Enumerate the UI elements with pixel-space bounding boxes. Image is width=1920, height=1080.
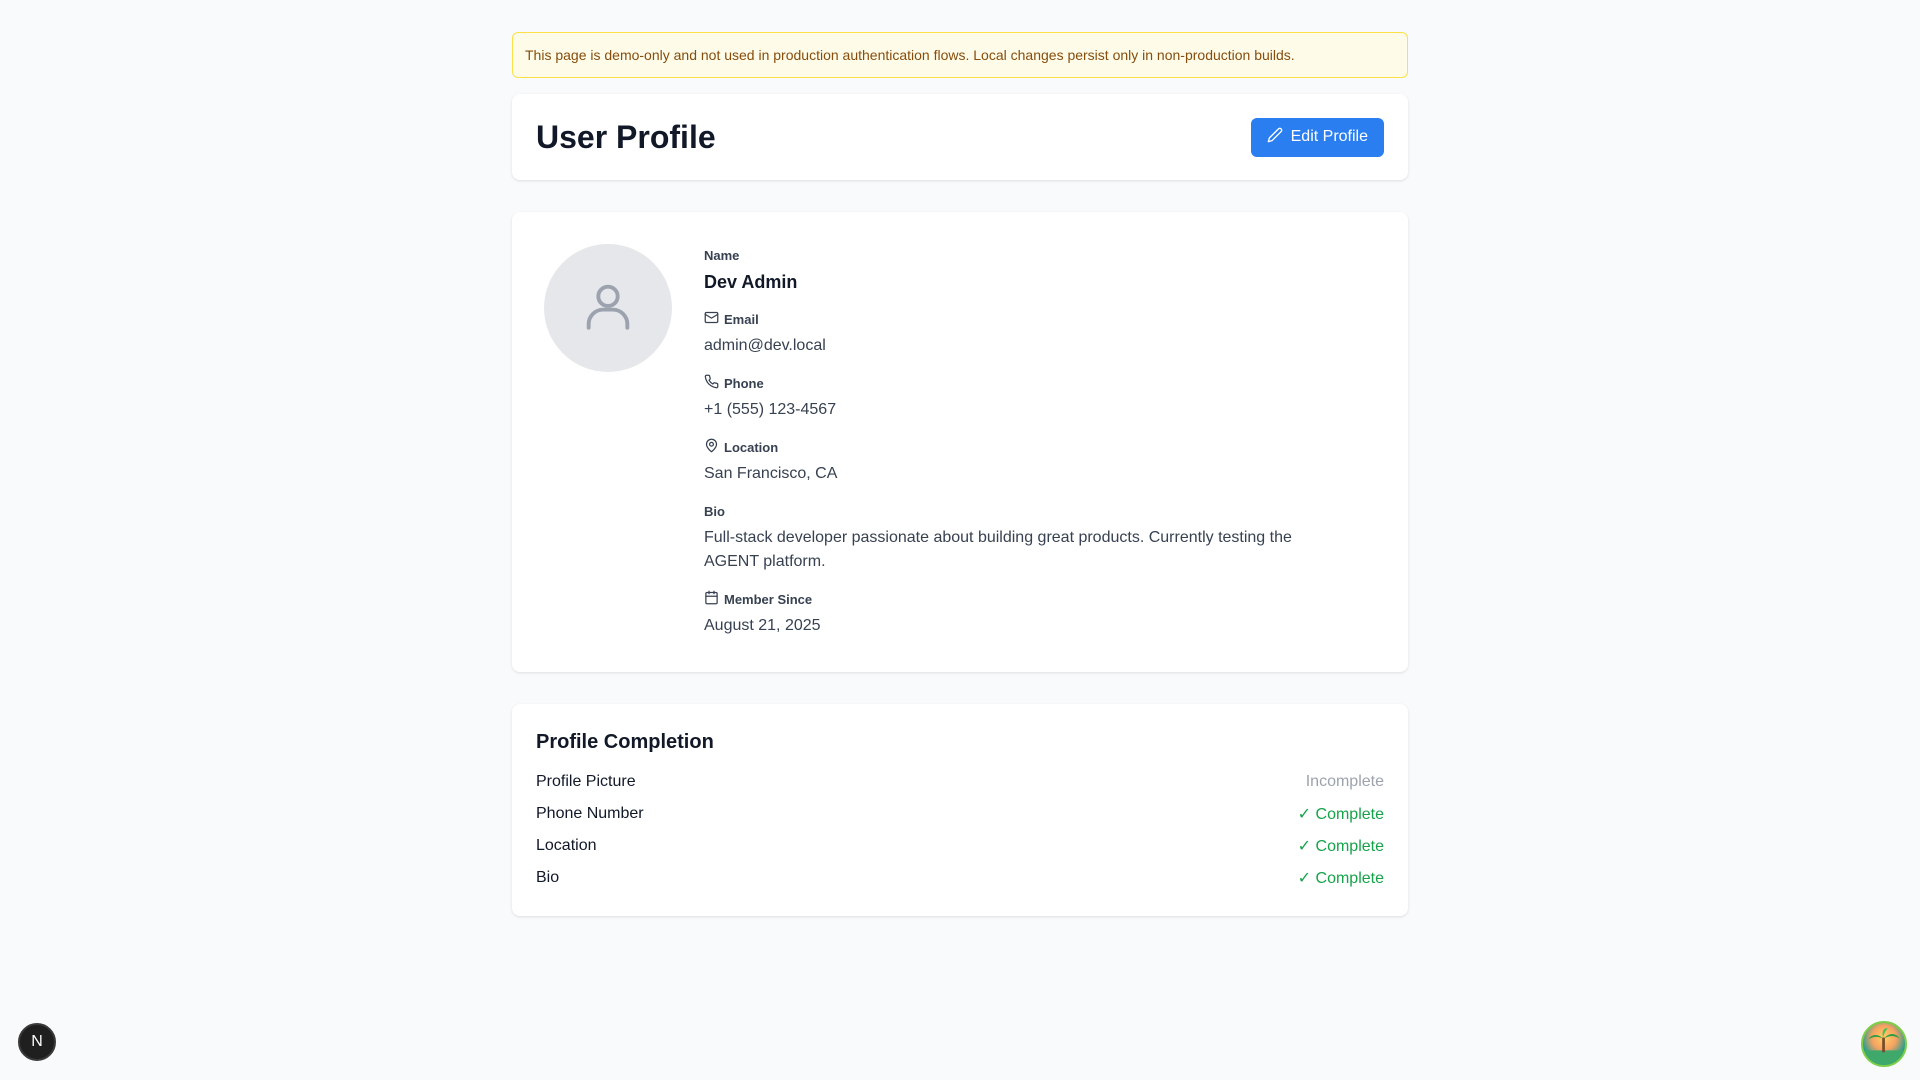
profile-header-card: User Profile Edit Profile <box>512 94 1408 180</box>
phone-field: Phone +1 (555) 123-4567 <box>704 374 1344 422</box>
member-since-field: Member Since August 21, 2025 <box>704 590 1344 638</box>
edit-profile-label: Edit Profile <box>1290 128 1368 145</box>
email-value: admin@dev.local <box>704 337 826 354</box>
completion-title: Profile Completion <box>536 731 714 753</box>
profile-details-card: Name Dev Admin Email admin@dev.local Pho… <box>512 212 1408 672</box>
location-value: San Francisco, CA <box>704 465 838 482</box>
completion-status: ✓ Complete <box>1297 806 1384 823</box>
name-value: Dev Admin <box>704 272 798 292</box>
member-since-value: August 21, 2025 <box>704 617 821 634</box>
calendar-icon <box>704 590 719 608</box>
completion-item-label: Profile Picture <box>536 773 636 790</box>
user-icon <box>579 277 637 340</box>
location-label: Location <box>704 438 1344 456</box>
phone-icon <box>704 374 719 392</box>
member-since-label-text: Member Since <box>724 591 813 607</box>
email-label: Email <box>704 310 1344 328</box>
location-field: Location San Francisco, CA <box>704 438 1344 486</box>
phone-label: Phone <box>704 374 1344 392</box>
phone-label-text: Phone <box>724 375 764 391</box>
profile-details: Name Dev Admin Email admin@dev.local Pho… <box>704 244 1344 640</box>
completion-status: Incomplete <box>1305 773 1384 790</box>
bio-value: Full-stack developer passionate about bu… <box>704 529 1292 570</box>
completion-row-location: Location ✓ Complete <box>536 830 1384 862</box>
email-label-text: Email <box>724 311 759 327</box>
phone-value: +1 (555) 123-4567 <box>704 401 837 418</box>
mail-icon <box>704 310 719 328</box>
completion-list: Profile Picture Incomplete Phone Number … <box>536 766 1384 894</box>
palm-tree-icon <box>1863 1028 1905 1065</box>
email-field: Email admin@dev.local <box>704 310 1344 358</box>
name-field: Name Dev Admin <box>704 246 1344 294</box>
demo-notice-text: This page is demo-only and not used in p… <box>525 47 1295 63</box>
completion-item-label: Bio <box>536 869 560 886</box>
completion-row-bio: Bio ✓ Complete <box>536 862 1384 894</box>
page-container: This page is demo-only and not used in p… <box>512 32 1408 916</box>
dev-tools-badge[interactable]: N <box>18 1023 56 1061</box>
member-since-label: Member Since <box>704 590 1344 608</box>
completion-status: ✓ Complete <box>1297 870 1384 887</box>
completion-status: ✓ Complete <box>1297 838 1384 855</box>
edit-profile-button[interactable]: Edit Profile <box>1250 117 1384 157</box>
bio-field: Bio Full-stack developer passionate abou… <box>704 502 1344 574</box>
dev-tools-badge-letter: N <box>31 1033 43 1050</box>
assistant-avatar[interactable] <box>1861 1021 1907 1067</box>
page-title: User Profile <box>536 118 716 155</box>
completion-row-phone-number: Phone Number ✓ Complete <box>536 798 1384 830</box>
bio-label: Bio <box>704 502 1344 520</box>
demo-notice-banner: This page is demo-only and not used in p… <box>512 32 1408 78</box>
location-label-text: Location <box>724 439 779 455</box>
bio-label-text: Bio <box>704 503 725 519</box>
completion-row-profile-picture: Profile Picture Incomplete <box>536 766 1384 798</box>
map-pin-icon <box>704 438 719 456</box>
avatar <box>544 244 672 372</box>
pencil-icon <box>1267 127 1283 148</box>
profile-completion-card: Profile Completion Profile Picture Incom… <box>512 704 1408 916</box>
name-label: Name <box>704 246 1344 264</box>
name-label-text: Name <box>704 247 740 263</box>
completion-item-label: Phone Number <box>536 805 644 822</box>
completion-item-label: Location <box>536 837 597 854</box>
